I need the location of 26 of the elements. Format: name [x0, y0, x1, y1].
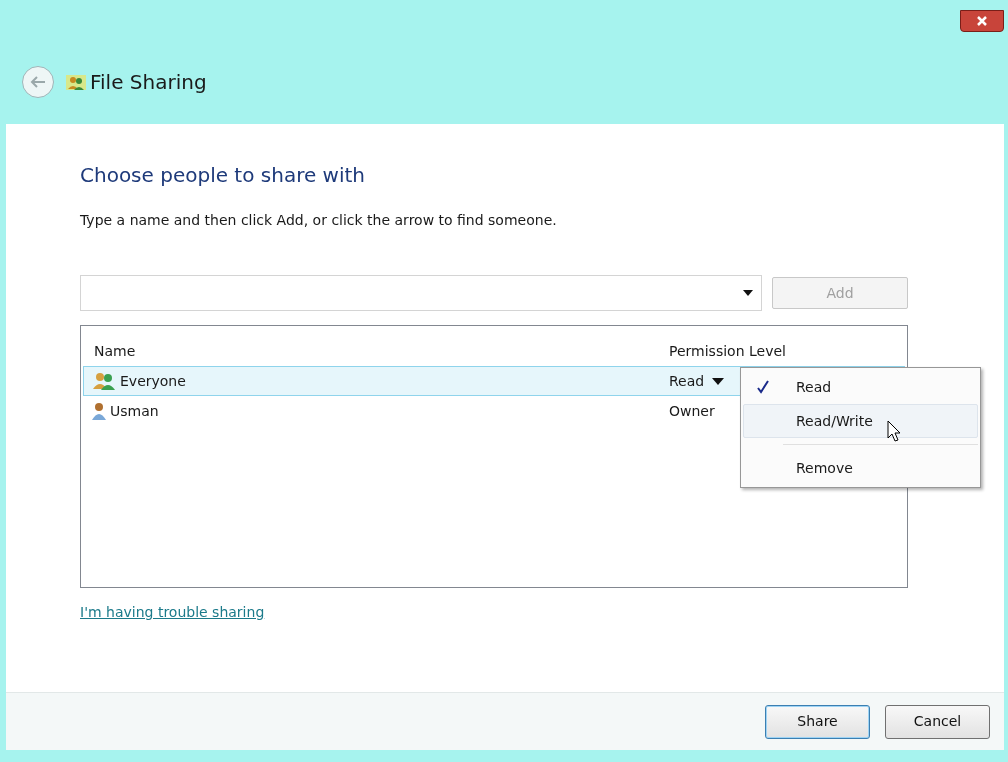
help-link[interactable]: I'm having trouble sharing [80, 604, 265, 620]
person-name: Usman [110, 401, 159, 421]
close-button[interactable] [960, 10, 1004, 32]
column-header: Name [93, 341, 137, 361]
menu-item[interactable]: Remove [743, 451, 978, 485]
group-icon [92, 372, 116, 390]
dialog-heading: Choose people to share with [80, 162, 366, 189]
dropdown-caret-icon [743, 290, 753, 296]
mouse-pointer-icon [886, 420, 901, 442]
menu-item-label: Read/Write [796, 411, 873, 431]
column-header: Permission Level [669, 341, 786, 361]
user-icon [92, 402, 106, 420]
close-icon [976, 15, 988, 27]
instruction-text: Type a name and then click Add, or click the arrow to find someone. [80, 211, 558, 230]
menu-item-label: Remove [796, 458, 853, 478]
dialog-button[interactable]: Share [765, 704, 870, 739]
permission-level[interactable]: Read [669, 370, 705, 392]
people-icon [66, 73, 86, 91]
dialog-button[interactable]: Cancel [885, 704, 990, 739]
back-button[interactable] [22, 66, 54, 98]
permission-level: Owner [669, 401, 715, 421]
window-title: File Sharing [90, 69, 207, 96]
name-combo-field[interactable] [80, 275, 762, 311]
menu-item-label: Read [796, 377, 832, 397]
person-name: Everyone [120, 371, 186, 391]
back-arrow-icon [30, 76, 46, 88]
